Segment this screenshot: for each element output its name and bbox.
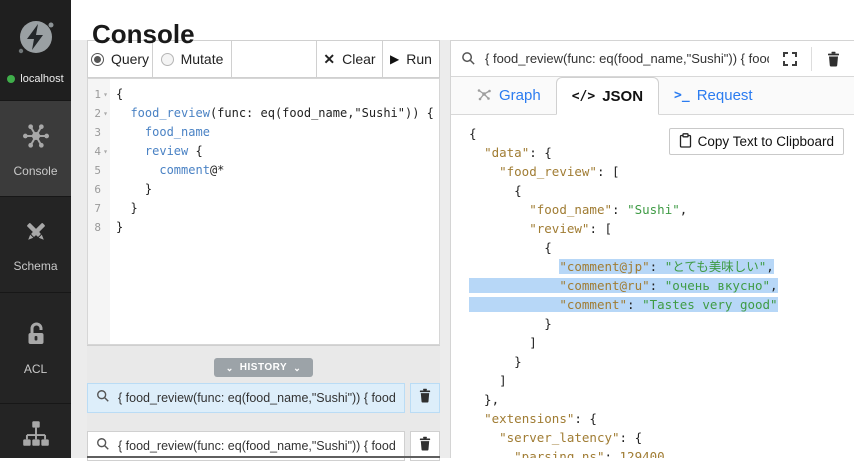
json-result-view[interactable]: { "data": { "food_review": [ { "food_nam… xyxy=(451,116,854,458)
history-toggle-label: HISTORY xyxy=(240,362,287,373)
radio-unselected-icon xyxy=(161,53,174,66)
editor-lines: 1▾{2▾ food_review(func: eq(food_name,"Su… xyxy=(88,79,439,237)
code-icon: </> xyxy=(572,89,595,104)
run-label: Run xyxy=(406,51,432,67)
trash-icon xyxy=(418,436,432,456)
editor-code-line: 1▾{ xyxy=(88,85,439,104)
copy-button-label: Copy Text to Clipboard xyxy=(698,134,834,149)
clear-button[interactable]: ✕ Clear xyxy=(316,40,383,78)
json-code-line: } xyxy=(469,314,854,333)
server-name: localhost xyxy=(20,73,63,85)
json-code-line: "food_review": [ xyxy=(469,162,854,181)
lock-icon xyxy=(21,320,51,355)
fullscreen-icon[interactable] xyxy=(777,46,803,72)
sidebar-item-label: Console xyxy=(13,164,57,178)
tab-json[interactable]: </> JSON xyxy=(556,77,659,115)
tab-request[interactable]: >_ Request xyxy=(659,77,768,114)
trash-icon[interactable] xyxy=(820,46,846,72)
page-title: Console xyxy=(92,19,195,50)
history-toggle-button[interactable]: ⌄ HISTORY ⌄ xyxy=(214,358,314,377)
json-code-line: ] xyxy=(469,371,854,390)
copy-to-clipboard-button[interactable]: Copy Text to Clipboard xyxy=(669,128,844,155)
schema-edit-icon xyxy=(21,217,51,252)
sidebar-item-acl[interactable]: ACL xyxy=(0,293,71,404)
query-editor[interactable]: 1▾{2▾ food_review(func: eq(food_name,"Su… xyxy=(87,78,440,345)
radio-selected-icon xyxy=(91,53,104,66)
graph-icon xyxy=(476,86,492,106)
result-panel: { food_review(func: eq(food_name,"Sushi"… xyxy=(450,40,854,458)
chevron-down-icon: ⌄ xyxy=(226,365,234,371)
history-item-text: { food_review(func: eq(food_name,"Sushi"… xyxy=(118,391,396,405)
json-code-line: { xyxy=(469,238,854,257)
delete-history-button[interactable] xyxy=(410,383,440,413)
server-connection[interactable]: localhost xyxy=(0,0,71,101)
terminal-icon: >_ xyxy=(674,88,690,103)
divider xyxy=(811,47,812,71)
json-code-line: "comment": "Tastes very good" xyxy=(469,295,854,314)
mutate-mode-label: Mutate xyxy=(181,51,224,67)
sidebar-item-label: ACL xyxy=(24,362,47,376)
clear-label: Clear xyxy=(342,51,375,67)
clipboard-icon xyxy=(679,133,692,151)
query-panel: Query Mutate ✕ Clear ▶ Run 1▾{2▾ food_re… xyxy=(87,40,440,458)
sidebar: localhost Console xyxy=(0,0,71,458)
json-code-line: "comment@ru": "очень вкусно", xyxy=(469,276,854,295)
trash-icon xyxy=(418,388,432,408)
tab-graph-label: Graph xyxy=(499,87,541,104)
history-item-text: { food_review(func: eq(food_name,"Sushi"… xyxy=(118,439,396,453)
result-query-text[interactable]: { food_review(func: eq(food_name,"Sushi"… xyxy=(485,51,769,66)
result-query-bar: { food_review(func: eq(food_name,"Sushi"… xyxy=(451,41,854,77)
json-code-line: } xyxy=(469,352,854,371)
editor-code-line: 5 comment@* xyxy=(88,161,439,180)
json-code-line: "comment@jp": "とても美味しい", xyxy=(469,257,854,276)
editor-code-line: 4▾ review { xyxy=(88,142,439,161)
tab-request-label: Request xyxy=(697,87,753,104)
sidebar-item-cluster[interactable] xyxy=(0,404,71,458)
editor-code-line: 3 food_name xyxy=(88,123,439,142)
run-button[interactable]: ▶ Run xyxy=(382,40,440,78)
editor-code-line: 8} xyxy=(88,218,439,237)
dgraph-logo-icon xyxy=(13,16,59,67)
sidebar-item-console[interactable]: Console xyxy=(0,101,71,197)
editor-code-line: 2▾ food_review(func: eq(food_name,"Sushi… xyxy=(88,104,439,123)
editor-code-line: 6 } xyxy=(88,180,439,199)
json-code-line: }, xyxy=(469,390,854,409)
clear-x-icon: ✕ xyxy=(323,51,335,68)
json-code-line: "review": [ xyxy=(469,219,854,238)
json-code-line: "server_latency": { xyxy=(469,428,854,447)
history-section: ⌄ HISTORY ⌄ { food_review(func: eq(food_… xyxy=(87,345,440,458)
json-code-line: "extensions": { xyxy=(469,409,854,428)
sidebar-item-schema[interactable]: Schema xyxy=(0,197,71,293)
sidebar-item-label: Schema xyxy=(13,259,57,273)
json-lines: { "data": { "food_review": [ { "food_nam… xyxy=(469,124,854,458)
search-icon xyxy=(96,437,110,456)
history-list: { food_review(func: eq(food_name,"Sushi"… xyxy=(87,383,440,461)
json-code-line: "parsing_ns": 129400, xyxy=(469,447,854,458)
tab-json-label: JSON xyxy=(602,88,643,105)
cluster-icon xyxy=(20,418,52,455)
tab-graph[interactable]: Graph xyxy=(461,77,556,114)
json-code-line: "food_name": "Sushi", xyxy=(469,200,854,219)
history-item[interactable]: { food_review(func: eq(food_name,"Sushi"… xyxy=(87,383,405,413)
editor-code-line: 7 } xyxy=(88,199,439,218)
search-icon xyxy=(459,46,477,72)
json-code-line: ] xyxy=(469,333,854,352)
chevron-down-icon: ⌄ xyxy=(293,365,301,371)
search-icon xyxy=(96,389,110,408)
query-mode-label: Query xyxy=(111,51,149,67)
toolbar-spacer xyxy=(231,40,317,78)
run-play-icon: ▶ xyxy=(390,52,399,66)
json-code-line: { xyxy=(469,181,854,200)
history-row: { food_review(func: eq(food_name,"Sushi"… xyxy=(87,383,440,413)
network-graph-icon xyxy=(20,120,52,157)
result-tabs: Graph </> JSON >_ Request xyxy=(451,77,854,115)
connection-status-dot xyxy=(7,75,15,83)
